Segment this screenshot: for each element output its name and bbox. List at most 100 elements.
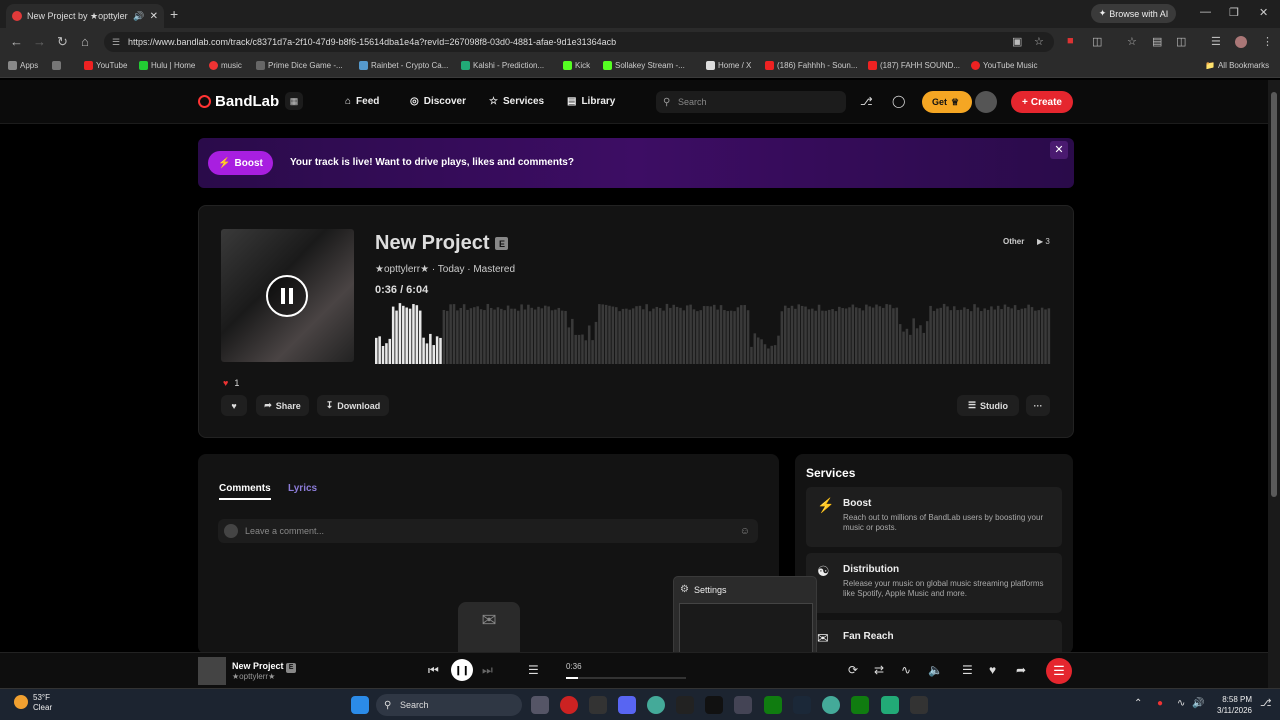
settings-gear-icon[interactable] [734, 696, 752, 714]
apps-grid-button[interactable]: ▦ [285, 92, 303, 110]
all-bookmarks[interactable]: 📁 All Bookmarks [1205, 61, 1269, 70]
messages-icon[interactable]: ◯ [892, 94, 905, 108]
pause-button[interactable] [266, 275, 308, 317]
xbox-icon[interactable] [764, 696, 782, 714]
window-close-icon[interactable]: ✕ [1259, 6, 1268, 19]
bookmark-fahhhh[interactable]: (186) Fahhhh - Soun... [765, 61, 858, 70]
cast-icon[interactable]: ▣ [1012, 35, 1022, 48]
previous-track-icon[interactable]: ⏮ [428, 663, 439, 678]
like-heart-icon[interactable]: ♥ [989, 663, 996, 677]
player-progress-bar[interactable] [566, 677, 686, 679]
bookmark-kalshi[interactable]: Kalshi - Prediction... [461, 61, 544, 70]
player-artist[interactable]: ★opttylerr★ [232, 672, 275, 681]
xbox-app-icon[interactable] [851, 696, 869, 714]
service-boost[interactable]: ⚡ Boost Reach out to millions of BandLab… [806, 487, 1062, 547]
more-options-button[interactable]: ··· [1026, 395, 1050, 416]
split-screen-icon[interactable]: ◫ [1176, 35, 1186, 48]
bookmark-apps[interactable]: Apps [8, 61, 38, 70]
forward-icon[interactable]: → [33, 34, 46, 49]
player-title[interactable]: New Project E [232, 661, 297, 673]
queue-icon[interactable]: ☰ [528, 663, 539, 677]
steam-icon[interactable] [793, 696, 811, 714]
app-icon[interactable] [589, 696, 607, 714]
service-distribution[interactable]: ☯ Distribution Release your music on glo… [806, 553, 1062, 613]
emoji-icon[interactable]: ☺ [740, 526, 750, 537]
tray-app-icon[interactable]: ● [1157, 698, 1163, 709]
url-field[interactable]: ☰ https://www.bandlab.com/track/c8371d7a… [104, 32, 1054, 52]
collections-icon[interactable]: ▤ [1152, 35, 1162, 48]
reading-list-icon[interactable]: ☰ [1211, 35, 1221, 48]
bookmark-sollakey[interactable]: Sollakey Stream -... [603, 61, 685, 70]
nav-feed[interactable]: ⌂ Feed [345, 96, 379, 107]
boost-pill-button[interactable]: ⚡ Boost [208, 151, 273, 175]
bookmark-star-icon[interactable]: ☆ [1034, 35, 1044, 48]
tab-lyrics[interactable]: Lyrics [288, 483, 317, 494]
share-button[interactable]: ➦ Share [256, 395, 309, 416]
share-icon[interactable]: ➦ [1016, 663, 1026, 677]
repeat-icon[interactable]: ⟳ [848, 663, 858, 677]
waveform[interactable] [375, 302, 1051, 364]
taskbar-search[interactable]: ⚲ Search [376, 694, 522, 716]
search-input[interactable]: ⚲ Search [656, 91, 846, 113]
tray-chevron-icon[interactable]: ⌃ [1134, 698, 1142, 709]
bookmark-kick[interactable]: Kick [563, 61, 590, 70]
browser-menu-icon[interactable]: ⋮ [1262, 35, 1273, 48]
taskbar-clock[interactable]: 8:58 PM 3/11/2026 [1210, 694, 1252, 716]
comment-input[interactable]: Leave a comment... ☺ [218, 519, 758, 543]
tab-comments[interactable]: Comments [219, 483, 271, 494]
studio-button[interactable]: ☰ Studio [957, 395, 1019, 416]
player-menu-button[interactable]: ☰ [1046, 658, 1072, 684]
reload-icon[interactable]: ↻ [57, 34, 68, 50]
notification-icon[interactable]: ⎇ [1260, 698, 1272, 709]
volume-icon[interactable]: 🔈 [928, 663, 943, 677]
notifications-bell-icon[interactable]: ⎇ [860, 95, 873, 108]
bookmark-youtube[interactable]: YouTube [84, 61, 127, 70]
nav-services[interactable]: ☆ Services [489, 96, 544, 107]
nav-library[interactable]: ▤ Library [567, 96, 615, 107]
extension-red-icon[interactable]: ■ [1067, 35, 1074, 47]
track-meta[interactable]: ★opttylerr★ · Today · Mastered [375, 264, 515, 275]
page-scrollbar[interactable] [1268, 80, 1280, 688]
like-button[interactable]: ♥ [221, 395, 247, 416]
calculator-icon[interactable] [910, 696, 928, 714]
bookmark-grid[interactable] [52, 61, 61, 70]
genre-tag[interactable]: Other [1003, 237, 1024, 246]
wifi-icon[interactable]: ∿ [1177, 698, 1185, 709]
browser-tab[interactable]: New Project by ★opttylerr★ 🔊 ✕ [6, 4, 164, 28]
service-fan-reach[interactable]: ✉ Fan Reach [806, 620, 1062, 654]
user-avatar[interactable] [975, 91, 997, 113]
bandlab-logo[interactable]: BandLab [198, 93, 279, 110]
browse-with-ai-button[interactable]: ✦ Browse with AI [1091, 4, 1176, 23]
nav-discover[interactable]: ◎ Discover [410, 96, 466, 107]
android-icon[interactable] [881, 696, 899, 714]
create-button[interactable]: + Create [1011, 91, 1073, 113]
minimize-icon[interactable]: — [1200, 6, 1211, 18]
speaker-icon[interactable]: 🔊 [1192, 698, 1204, 709]
chrome-active-icon[interactable] [822, 696, 840, 714]
bookmark-fahh-sound[interactable]: (187) FAHH SOUND... [868, 61, 960, 70]
chrome-icon[interactable] [647, 696, 665, 714]
site-info-icon[interactable]: ☰ [112, 37, 120, 48]
new-tab-button[interactable]: + [170, 6, 178, 22]
favorites-icon[interactable]: ☆ [1127, 35, 1137, 48]
banner-close-icon[interactable]: ✕ [1050, 141, 1068, 159]
bookmark-prime-dice[interactable]: Prime Dice Game -... [256, 61, 343, 70]
bookmark-x[interactable]: Home / X [706, 61, 751, 70]
add-to-playlist-icon[interactable]: ☰ [962, 663, 973, 677]
bookmark-youtube-music[interactable]: YouTube Music [971, 61, 1038, 70]
bookmark-music[interactable]: music [209, 61, 242, 70]
player-artwork[interactable] [198, 657, 226, 685]
bookmark-rainbet[interactable]: Rainbet - Crypto Ca... [359, 61, 448, 70]
windows-start-icon[interactable] [351, 696, 369, 714]
tradingview-icon[interactable] [705, 696, 723, 714]
next-track-icon[interactable]: ⏭ [482, 663, 493, 678]
scrollbar-thumb[interactable] [1271, 92, 1277, 497]
player-pause-button[interactable]: ❙❙ [451, 659, 473, 681]
profile-avatar[interactable] [1235, 36, 1247, 48]
opera-icon[interactable] [560, 696, 578, 714]
tab-close-icon[interactable]: ✕ [150, 11, 158, 22]
discord-icon[interactable] [618, 696, 636, 714]
maximize-icon[interactable]: ❐ [1229, 6, 1239, 19]
shuffle-icon[interactable]: ⇄ [874, 663, 884, 677]
terminal-icon[interactable] [676, 696, 694, 714]
